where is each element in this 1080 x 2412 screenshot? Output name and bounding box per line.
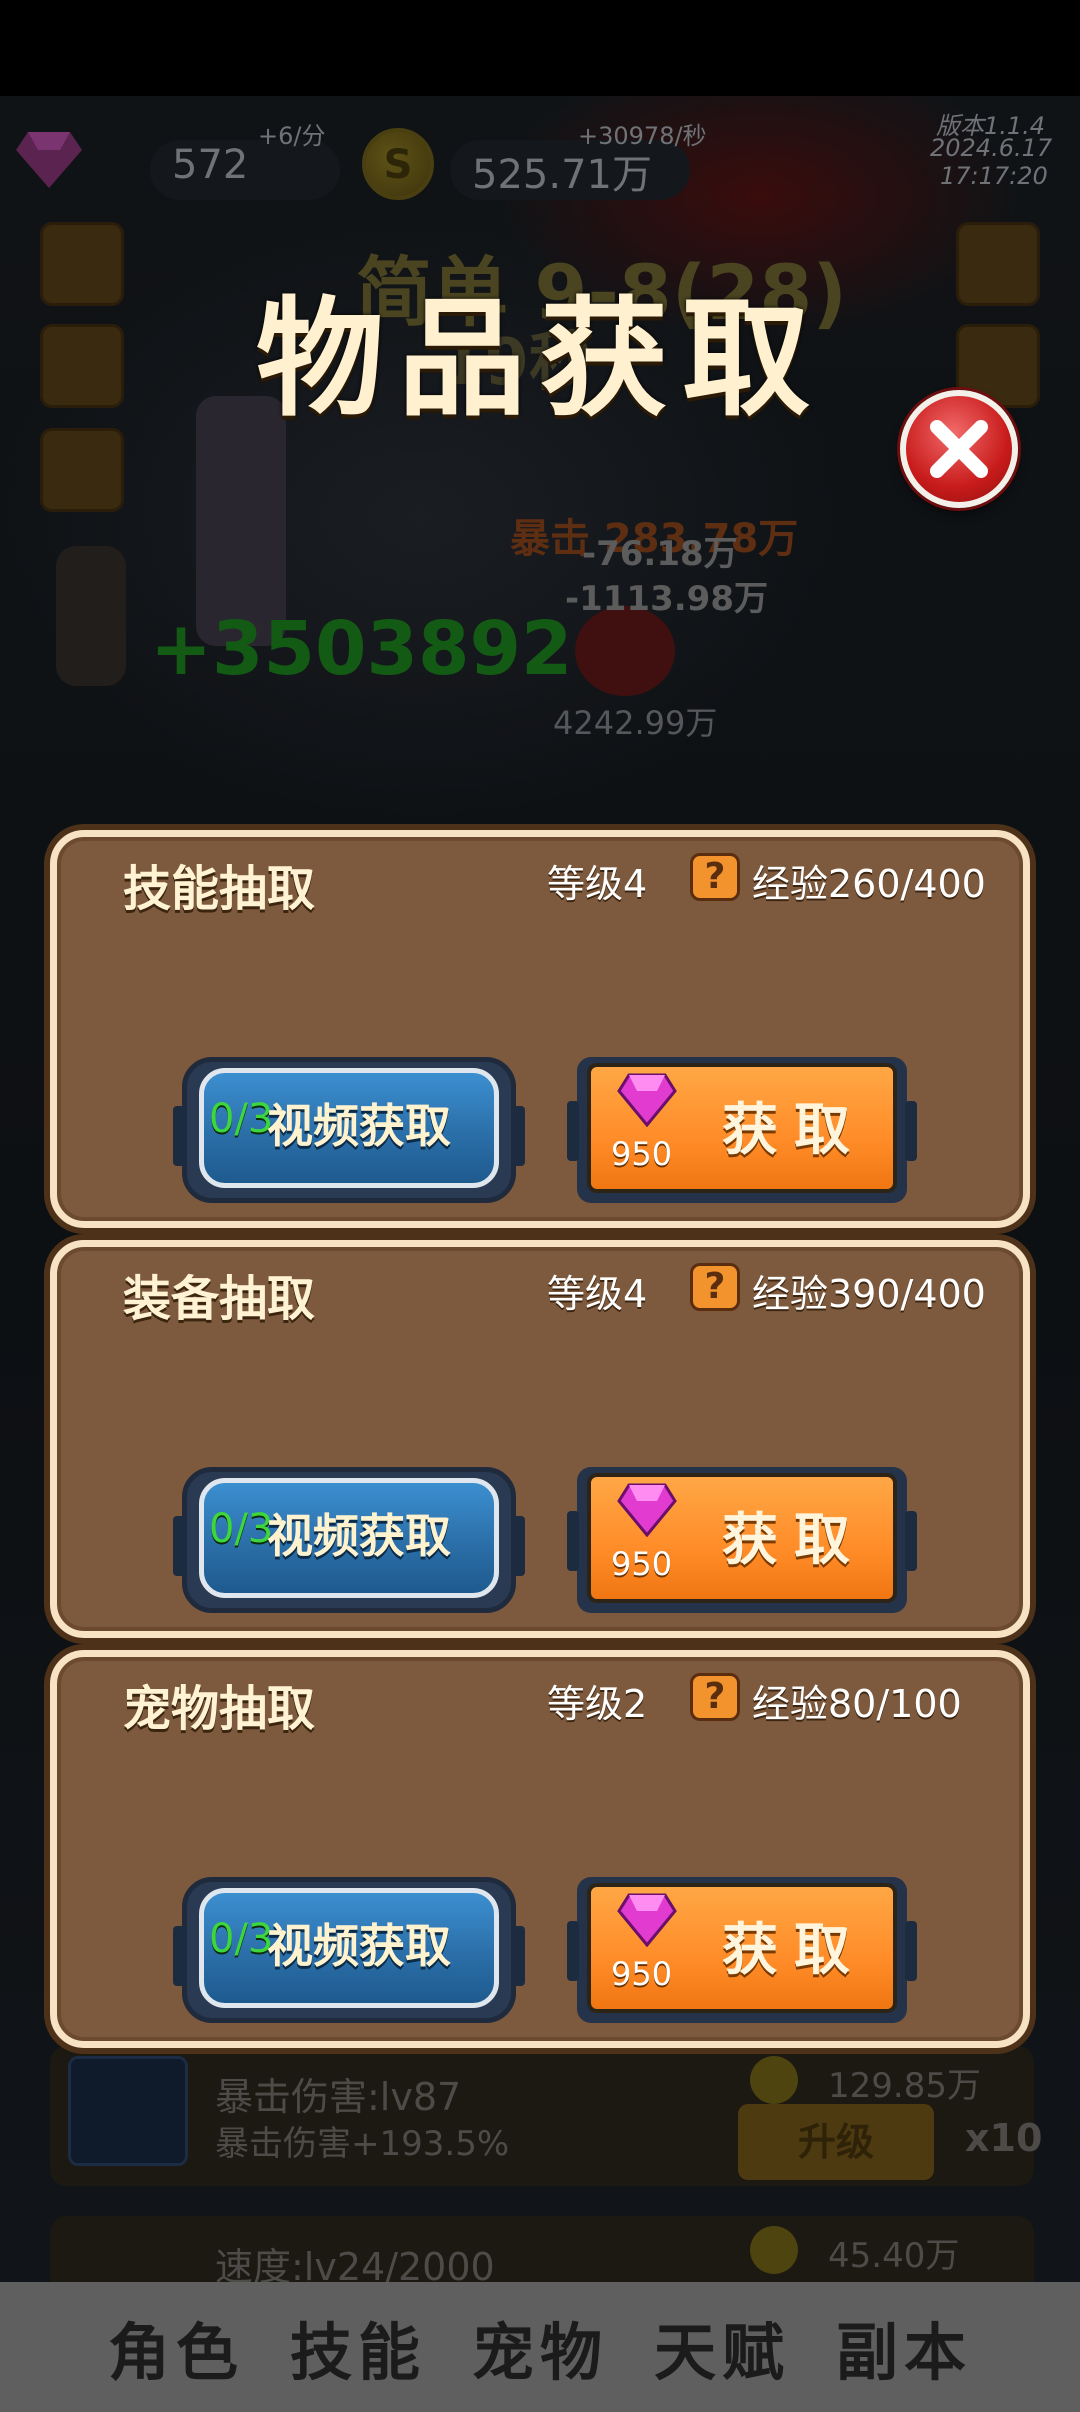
tab-dungeon[interactable]: 副本	[836, 2302, 972, 2392]
button-side-cap	[567, 1511, 579, 1571]
crit-upgrade-desc: 暴击伤害+193.5%	[215, 2124, 510, 2164]
get-button-label: 获取	[722, 1918, 866, 1983]
video-get-button[interactable]: 0/3 视频获取	[173, 1467, 525, 1613]
crit-upgrade-thumbnail	[68, 2056, 188, 2166]
panel-level: 等级4	[547, 1272, 648, 1316]
tab-skills[interactable]: 技能	[290, 2302, 426, 2392]
player-character	[56, 546, 126, 686]
draw-panel-skill: 技能抽取 等级4 ? 经验260/400 0/3 视频获取 950 获取	[50, 830, 1030, 1228]
video-get-button[interactable]: 0/3 视频获取	[173, 1057, 525, 1203]
draw-panel-equipment: 装备抽取 等级4 ? 经验390/400 0/3 视频获取 950 获取	[50, 1240, 1030, 1638]
enemy-hp: 4242.99万	[553, 704, 718, 742]
close-button[interactable]	[900, 390, 1018, 508]
crit-upgrade-title: 暴击伤害:lv87	[215, 2075, 462, 2119]
gem-rate: +6/分	[258, 122, 326, 150]
get-button-label: 获取	[722, 1098, 866, 1163]
tab-character[interactable]: 角色	[108, 2302, 244, 2392]
video-button-label: 视频获取	[267, 1509, 451, 1563]
panel-title: 装备抽取	[123, 1271, 316, 1327]
video-button-label: 视频获取	[267, 1919, 451, 1973]
damage-popup-2: -1113.98万	[565, 579, 768, 619]
button-side-cap	[511, 1516, 525, 1576]
coin-rate: +30978/秒	[578, 122, 707, 150]
button-side-cap	[511, 1926, 525, 1986]
build-time: 17:17:20	[940, 162, 1048, 190]
button-side-cap	[905, 1511, 917, 1571]
panel-exp: 经验390/400	[752, 1272, 986, 1316]
button-side-cap	[567, 1101, 579, 1161]
speed-upgrade-cost: 45.40万	[828, 2236, 960, 2276]
upgrade-button[interactable]: 升级	[738, 2104, 934, 2180]
gem-icon	[617, 1893, 677, 1947]
speed-upgrade-title: 速度:lv24/2000	[215, 2245, 495, 2282]
video-count: 0/3	[209, 1506, 274, 1552]
upgrade-card-speed: 速度:lv24/2000 45.40万	[50, 2216, 1034, 2282]
video-button-label: 视频获取	[267, 1099, 451, 1153]
damage-popup-1: -76.18万	[582, 534, 738, 574]
help-icon[interactable]: ?	[690, 853, 740, 901]
get-button-label: 获取	[722, 1508, 866, 1573]
help-icon[interactable]: ?	[690, 1673, 740, 1721]
button-side-cap	[567, 1921, 579, 1981]
gem-cost: 950	[611, 1545, 673, 1583]
coin-icon	[362, 128, 434, 200]
gem-cost: 950	[611, 1135, 673, 1173]
status-bar	[0, 0, 1080, 96]
side-button-scroll[interactable]	[40, 428, 124, 512]
crit-upgrade-cost: 129.85万	[828, 2066, 981, 2106]
button-side-cap	[905, 1101, 917, 1161]
bottom-nav: 角色 技能 宠物 天赋 副本	[0, 2282, 1080, 2412]
gem-get-button[interactable]: 950 获取	[567, 1467, 917, 1613]
button-side-cap	[173, 1516, 187, 1576]
heal-popup: +3503892	[150, 606, 573, 692]
draw-panel-pet: 宠物抽取 等级2 ? 经验80/100 0/3 视频获取 950 获取	[50, 1650, 1030, 2048]
button-side-cap	[905, 1921, 917, 1981]
video-get-button[interactable]: 0/3 视频获取	[173, 1877, 525, 2023]
gem-cost: 950	[611, 1955, 673, 1993]
gem-icon	[16, 132, 82, 188]
upgrade-card-crit: 暴击伤害:lv87 暴击伤害+193.5% 129.85万 升级 x10	[50, 2046, 1042, 2186]
gem-icon	[617, 1073, 677, 1127]
button-side-cap	[511, 1106, 525, 1166]
tab-talents[interactable]: 天赋	[654, 2302, 790, 2392]
video-count: 0/3	[209, 1096, 274, 1142]
button-side-cap	[173, 1106, 187, 1166]
tab-pets[interactable]: 宠物	[472, 2302, 608, 2392]
button-side-cap	[173, 1926, 187, 1986]
coin-icon	[750, 2056, 798, 2104]
gem-count: 572	[172, 142, 249, 188]
help-icon[interactable]: ?	[690, 1263, 740, 1311]
build-date: 2024.6.17	[930, 134, 1053, 162]
coin-icon	[750, 2226, 798, 2274]
panel-title: 宠物抽取	[123, 1681, 316, 1737]
panel-level: 等级4	[547, 862, 648, 906]
panel-exp: 经验260/400	[752, 862, 986, 906]
gem-get-button[interactable]: 950 获取	[567, 1877, 917, 2023]
upgrade-multiplier[interactable]: x10	[965, 2116, 1042, 2160]
close-icon	[930, 420, 988, 478]
panel-title: 技能抽取	[123, 861, 316, 917]
gem-get-button[interactable]: 950 获取	[567, 1057, 917, 1203]
gem-icon	[617, 1483, 677, 1537]
panel-level: 等级2	[547, 1682, 648, 1726]
video-count: 0/3	[209, 1916, 274, 1962]
panel-exp: 经验80/100	[752, 1682, 962, 1726]
